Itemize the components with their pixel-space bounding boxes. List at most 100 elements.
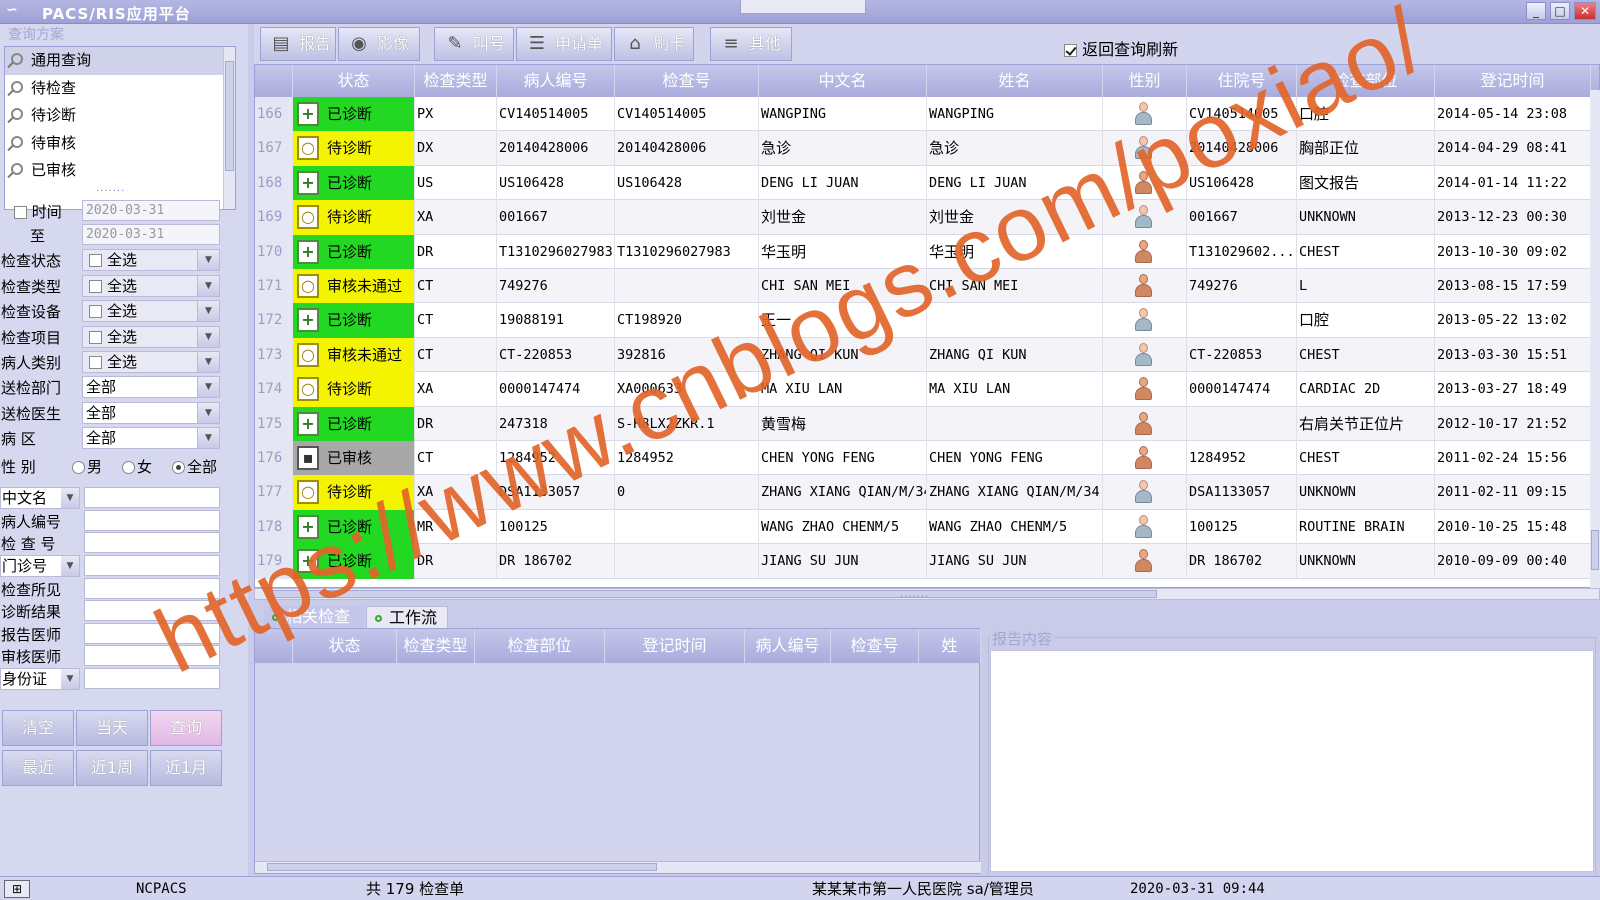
select-all-checkbox[interactable] [89, 331, 102, 344]
sub-col-patient-no[interactable]: 病人编号 [745, 629, 831, 663]
table-row[interactable]: 173 ○ 审核未通过 CT CT-220853 392816 ZHANG QI KUN ZH… [255, 337, 1599, 373]
image-button[interactable]: ◉ 影像 [338, 27, 420, 61]
patient-no-input[interactable] [84, 510, 220, 531]
last-month-button[interactable]: 近1月 [150, 750, 222, 786]
gender-male-radio[interactable] [72, 461, 85, 474]
diagnosis-input[interactable] [84, 600, 220, 621]
item-filter-combo[interactable]: 全选 ▼ [82, 326, 220, 348]
table-row[interactable]: 179 + 已诊断 DR DR 186702 JIANG SU JUN JIANG SU J… [255, 544, 1599, 579]
tab-related-exams[interactable]: 相关检查 [264, 606, 364, 628]
table-row[interactable]: 166 + 已诊断 PX CV140514005 CV140514005 WANGPING W… [255, 97, 1599, 132]
send-dept-combo[interactable]: 全部 ▼ [82, 376, 220, 398]
table-row[interactable]: 175 + 已诊断 DR 247318 S-H8LX2ZKR.1 黄雪梅 右肩关节正位片 201… [255, 406, 1599, 441]
outpatient-no-input[interactable] [84, 555, 220, 576]
table-row[interactable]: 174 ○ 待诊断 XA 0000147474 XA000633 MA XIU LAN MA … [255, 372, 1599, 407]
date-from-input[interactable]: 2020-03-31 [82, 200, 220, 221]
chevron-down-icon[interactable]: ▼ [197, 428, 219, 448]
last-week-button[interactable]: 近1周 [76, 750, 148, 786]
grid-view-icon[interactable]: ⊞ [4, 880, 30, 898]
refresh-checkbox[interactable] [1064, 44, 1077, 57]
chevron-down-icon[interactable]: ▼ [197, 352, 219, 372]
select-all-checkbox[interactable] [89, 280, 102, 293]
table-row[interactable]: 176 ▪ 已审核 CT 1284952 1284952 CHEN YONG FENG CHE… [255, 441, 1599, 476]
report-button[interactable]: ▤ 报告 [260, 27, 336, 61]
col-name[interactable]: 姓名 [927, 65, 1103, 97]
sub-col-type[interactable]: 检查类型 [397, 629, 475, 663]
scrollbar-thumb[interactable] [225, 61, 234, 171]
gender-all-radio[interactable] [172, 461, 185, 474]
clear-button[interactable]: 清空 [2, 710, 74, 746]
audit-doctor-input[interactable] [84, 645, 220, 666]
call-number-button[interactable]: ✎ 叫号 [434, 27, 514, 61]
chevron-down-icon[interactable]: ▼ [61, 669, 79, 689]
table-row[interactable]: 170 + 已诊断 DR T1310296027983 T1310296027983 华玉明… [255, 234, 1599, 269]
scheme-item-general[interactable]: 通用查询 [5, 47, 235, 75]
scrollbar-thumb[interactable] [267, 863, 657, 871]
table-row[interactable]: 167 ○ 待诊断 DX 20140428006 20140428006 急诊 急诊 20140… [255, 131, 1599, 166]
gender-female-radio[interactable] [122, 461, 135, 474]
chevron-down-icon[interactable]: ▼ [61, 556, 79, 576]
today-button[interactable]: 当天 [76, 710, 148, 746]
select-all-checkbox[interactable] [89, 254, 102, 267]
scheme-item-audited[interactable]: 已审核 [5, 157, 235, 185]
sub-col-body-part[interactable]: 检查部位 [475, 629, 605, 663]
select-all-checkbox[interactable] [89, 305, 102, 318]
chevron-down-icon[interactable]: ▼ [197, 276, 219, 296]
scrollbar-thumb[interactable] [267, 590, 1157, 598]
col-chinese-name[interactable]: 中文名 [759, 65, 927, 97]
id-field-combo[interactable]: 身份证 ▼ [0, 668, 80, 690]
id-card-input[interactable] [84, 668, 220, 689]
request-form-button[interactable]: ☰ 申请单 [516, 27, 612, 61]
table-row[interactable]: 171 ○ 审核未通过 CT 749276 CHI SAN MEI CHI SAN MEI 7… [255, 269, 1599, 304]
query-button[interactable]: 查询 [150, 710, 222, 746]
chevron-down-icon[interactable]: ▼ [197, 301, 219, 321]
other-button[interactable]: ≡ 其他 [710, 27, 792, 61]
exam-no-input[interactable] [84, 532, 220, 553]
refresh-option[interactable]: 返回查询刷新 [1064, 36, 1178, 60]
sub-grid-hscrollbar[interactable] [255, 861, 981, 873]
col-patient-no[interactable]: 病人编号 [497, 65, 615, 97]
findings-input[interactable] [84, 578, 220, 599]
maximize-button[interactable]: □ [1550, 2, 1570, 20]
sub-col-status[interactable]: 状态 [293, 629, 397, 663]
splitter-grip[interactable]: ······· [96, 186, 125, 197]
col-type[interactable]: 检查类型 [415, 65, 497, 97]
col-body-part[interactable]: 检查部位 [1297, 65, 1435, 97]
date-to-input[interactable]: 2020-03-31 [82, 224, 220, 245]
scheme-scrollbar[interactable] [223, 47, 235, 209]
col-gender[interactable]: 性别 [1103, 65, 1187, 97]
select-all-checkbox[interactable] [89, 356, 102, 369]
report-doctor-input[interactable] [84, 623, 220, 644]
scheme-item-pending-diagnosis[interactable]: 待诊断 [5, 102, 235, 130]
table-row[interactable]: 169 ○ 待诊断 XA 001667 刘世金 刘世金 001667 UNKNOWN 2013-1… [255, 200, 1599, 235]
name-field-combo[interactable]: 中文名 ▼ [0, 487, 80, 509]
minimize-button[interactable]: _ [1526, 2, 1546, 20]
scheme-item-pending-audit[interactable]: 待审核 [5, 130, 235, 158]
scheme-item-pending-exam[interactable]: 待检查 [5, 75, 235, 103]
sub-col-name[interactable]: 姓 [919, 629, 981, 663]
sub-col-reg-time[interactable]: 登记时间 [605, 629, 745, 663]
scrollbar-thumb[interactable] [1591, 530, 1599, 570]
chinese-name-input[interactable] [84, 487, 220, 508]
patient-cat-combo[interactable]: 全选 ▼ [82, 351, 220, 373]
chevron-down-icon[interactable]: ▼ [197, 377, 219, 397]
table-row[interactable]: 172 + 已诊断 CT 19088191 CT198920 王一 口腔 2013-05-22 … [255, 303, 1599, 338]
col-reg-time[interactable]: 登记时间 [1435, 65, 1591, 97]
chevron-down-icon[interactable]: ▼ [197, 250, 219, 270]
col-inpatient-no[interactable]: 住院号 [1187, 65, 1297, 97]
chevron-down-icon[interactable]: ▼ [197, 327, 219, 347]
grid-vscrollbar[interactable] [1590, 90, 1600, 588]
recent-button[interactable]: 最近 [2, 750, 74, 786]
splitter-grip[interactable]: ······· [900, 592, 929, 603]
type-filter-combo[interactable]: 全选 ▼ [82, 275, 220, 297]
close-button[interactable]: ✕ [1574, 2, 1596, 20]
ward-combo[interactable]: 全部 ▼ [82, 427, 220, 449]
table-row[interactable]: 178 + 已诊断 MR 100125 WANG ZHAO CHENM/5 WANG ZHA… [255, 509, 1599, 545]
status-filter-combo[interactable]: 全选 ▼ [82, 249, 220, 271]
table-row[interactable]: 177 ○ 待诊断 XA DSA1133057 0 ZHANG XIANG QIAN/M/3… [255, 475, 1599, 510]
time-checkbox[interactable] [14, 206, 27, 219]
table-row[interactable]: 168 + 已诊断 US US106428 US106428 DENG LI JUAN DEN… [255, 165, 1599, 201]
col-status[interactable]: 状态 [293, 65, 415, 97]
report-content[interactable] [990, 650, 1594, 872]
col-exam-no[interactable]: 检查号 [615, 65, 759, 97]
